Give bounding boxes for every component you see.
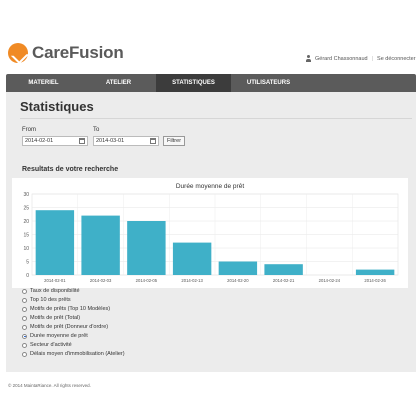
from-date-input[interactable]: 2014-02-01 [22,136,88,146]
results-title: Resultats de votre recherche [22,166,119,173]
option-label: Motifs de prêt (Total) [30,315,81,321]
option-taux-disponibilite[interactable]: Taux de disponibilité [22,288,80,294]
y-tick-label: 10 [23,246,29,252]
title-divider [20,118,412,119]
bar [81,215,120,275]
radio-button[interactable] [22,315,27,321]
calendar-icon[interactable] [79,138,85,144]
x-tick-label: 2014-02-01 [44,278,66,283]
user-area: Gérard Chassonnaud | Se déconnecter [305,55,416,62]
carefusion-logo-icon [8,43,28,63]
radio-button[interactable] [22,288,27,294]
x-tick-label: 2014-02-21 [273,278,295,283]
x-tick-label: 2014-02-26 [364,278,386,283]
option-label: Top 10 des prêts [30,297,71,303]
radio-button-selected[interactable] [22,333,27,339]
calendar-icon[interactable] [150,138,156,144]
main-nav: MATERIEL ATELIER STATISTIQUES UTILISATEU… [6,74,416,92]
option-motifs-top10-modeles[interactable]: Motifs de prêts (Top 10 Modèles) [22,306,110,312]
tab-utilisateurs[interactable]: UTILISATEURS [231,74,306,92]
separator: | [371,55,374,62]
radio-button[interactable] [22,342,27,348]
y-tick-label: 15 [23,232,29,238]
tab-atelier[interactable]: ATELIER [81,74,156,92]
radio-button[interactable] [22,297,27,303]
y-tick-label: 5 [26,259,29,265]
y-tick-label: 25 [23,205,29,211]
bar [355,269,395,275]
y-tick-label: 20 [23,219,29,225]
filter-button[interactable]: Filtrer [163,136,185,146]
page-title: Statistiques [20,99,94,114]
from-date-value: 2014-02-01 [25,138,54,144]
x-tick-label: 2014-02-03 [90,278,112,283]
option-label: Délais moyen d'immobilisation (Atelier) [30,351,125,357]
brand-name: CareFusion [32,43,124,62]
option-delais-immobilisation[interactable]: Délais moyen d'immobilisation (Atelier) [22,351,125,357]
to-label: To [93,127,100,133]
user-name[interactable]: Gérard Chassonnaud [315,56,368,62]
x-tick-label: 2014-02-24 [319,278,341,283]
x-tick-label: 2014-02-20 [227,278,249,283]
bar [172,242,212,275]
logout-link[interactable]: Se déconnecter [377,56,416,62]
x-tick-label: 2014-02-13 [181,278,203,283]
radio-button[interactable] [22,306,27,312]
option-label: Taux de disponibilité [30,288,80,294]
bar [35,210,75,275]
option-duree-moyenne-pret[interactable]: Durée moyenne de prêt [22,333,88,339]
option-label: Durée moyenne de prêt [30,333,88,339]
option-motifs-donneur-ordre[interactable]: Motifs de prêt (Donneur d'ordre) [22,324,108,330]
bar [127,221,166,275]
footer-copyright: © 2014 MaintaRiance. All rights reserved… [8,383,91,388]
bar [218,261,258,275]
option-label: Motifs de prêt (Donneur d'ordre) [30,324,109,330]
y-tick-label: 0 [26,273,29,279]
header: CareFusion Gérard Chassonnaud | Se décon… [0,0,420,72]
option-top-10-prets[interactable]: Top 10 des prêts [22,297,71,303]
tab-statistiques[interactable]: STATISTIQUES [156,74,231,92]
brand-logo[interactable]: CareFusion [8,43,124,63]
bar [264,264,303,275]
to-date-value: 2014-03-01 [96,138,125,144]
option-secteur-activite[interactable]: Secteur d'activité [22,342,72,348]
tab-materiel[interactable]: MATERIEL [6,74,81,92]
chart-container: Durée moyenne de prêt 0 5 10 15 20 25 30 2014-0… [12,178,408,288]
from-label: From [22,127,36,133]
user-icon [305,55,312,62]
to-date-input[interactable]: 2014-03-01 [93,136,159,146]
y-tick-label: 30 [23,192,29,198]
radio-button[interactable] [22,351,27,357]
option-motifs-total[interactable]: Motifs de prêt (Total) [22,315,80,321]
x-tick-label: 2014-02-05 [136,278,158,283]
option-label: Motifs de prêts (Top 10 Modèles) [30,306,111,312]
bar-chart: 0 5 10 15 20 25 30 2014-02-01 2014-02-03 2014-02-… [23,192,399,283]
radio-button[interactable] [22,324,27,330]
option-label: Secteur d'activité [30,342,72,348]
